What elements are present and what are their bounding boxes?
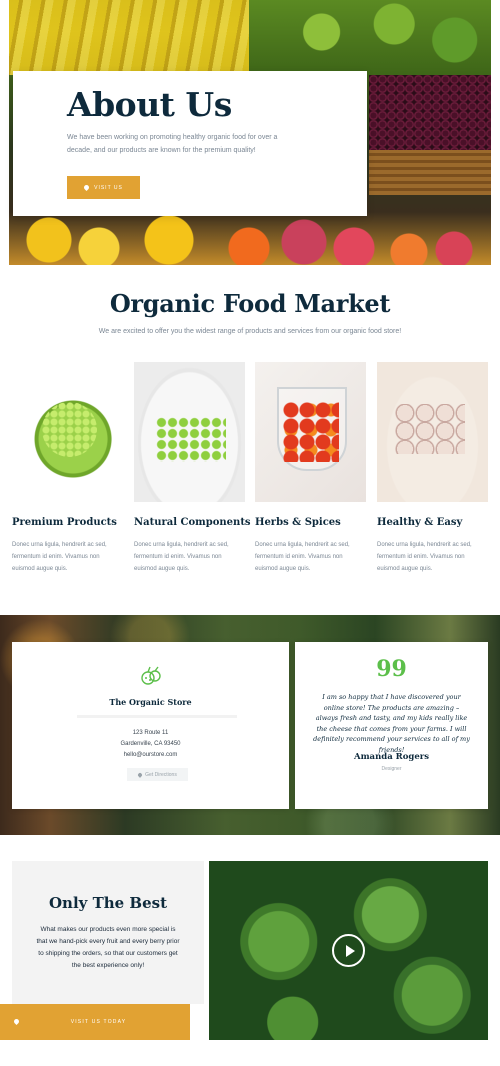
testimonial-card: 99 I am so happy that I have discovered …	[295, 642, 488, 809]
store-address: 123 Route 11 Gardenville, CA 93450 hello…	[12, 728, 289, 761]
best-title: Only The Best	[48, 894, 168, 912]
tomatoes-image	[255, 362, 366, 502]
address-line-1: 123 Route 11	[132, 730, 169, 736]
visit-us-today-label: VISIT US TODAY	[70, 1019, 127, 1025]
map-pin-icon	[83, 183, 91, 192]
hero-background-image	[9, 0, 259, 75]
store-card: The Organic Store 123 Route 11 Gardenvil…	[12, 642, 289, 809]
feature-herbs-spices: Herbs & Spices Donec urna ligula, hendre…	[255, 362, 366, 572]
feature-title: Herbs & Spices	[255, 517, 341, 528]
video-thumbnail[interactable]	[209, 861, 488, 1040]
quote-icon: 99	[376, 656, 407, 682]
feature-title: Healthy & Easy	[377, 517, 463, 528]
address-line-2: Gardenville, CA 93450	[120, 741, 181, 747]
hero-card: About Us We have been working on promoti…	[13, 71, 367, 216]
feature-premium-products: Premium Products Donec urna ligula, hend…	[12, 362, 123, 572]
testimonial-author: Amanda Rogers	[353, 752, 430, 762]
map-pin-icon	[137, 771, 143, 778]
market-subtitle: We are excited to offer you the widest r…	[98, 328, 402, 335]
feature-healthy-easy: Healthy & Easy Donec urna ligula, hendre…	[377, 362, 488, 572]
visit-us-button[interactable]: VISIT US	[67, 176, 140, 199]
hero-text: We have been working on promoting health…	[67, 134, 278, 154]
best-text: What makes our products even more specia…	[36, 926, 180, 969]
get-directions-label: Get Directions	[145, 771, 177, 778]
vegetables-icon	[141, 666, 161, 685]
market-title: Organic Food Market	[109, 289, 391, 318]
visit-us-label: VISIT US	[94, 184, 123, 191]
feature-text: Donec urna ligula, hendrerit ac sed, fer…	[12, 542, 107, 572]
testimonial-role: Designer	[381, 766, 402, 772]
store-name: The Organic Store	[109, 697, 192, 707]
feature-natural-components: Natural Components Donec urna ligula, he…	[134, 362, 251, 572]
feature-title: Premium Products	[12, 517, 117, 528]
feature-text: Donec urna ligula, hendrerit ac sed, fer…	[134, 542, 229, 572]
feature-text: Donec urna ligula, hendrerit ac sed, fer…	[255, 542, 350, 572]
page-title: About Us	[67, 85, 232, 124]
feature-title: Natural Components	[134, 517, 251, 528]
romanesco-image	[12, 362, 123, 502]
play-icon[interactable]	[332, 934, 365, 967]
peas-image	[134, 362, 245, 502]
visit-us-today-button[interactable]: VISIT US TODAY	[0, 1004, 190, 1040]
feature-text: Donec urna ligula, hendrerit ac sed, fer…	[377, 542, 472, 572]
testimonial-text: I am so happy that I have discovered you…	[313, 693, 470, 754]
divider	[77, 715, 237, 718]
get-directions-button[interactable]: Get Directions	[127, 768, 188, 781]
only-the-best-box: Only The Best What makes our products ev…	[12, 861, 204, 1004]
store-email[interactable]: hello@ourstore.com	[12, 750, 289, 761]
garlic-image	[377, 362, 488, 502]
